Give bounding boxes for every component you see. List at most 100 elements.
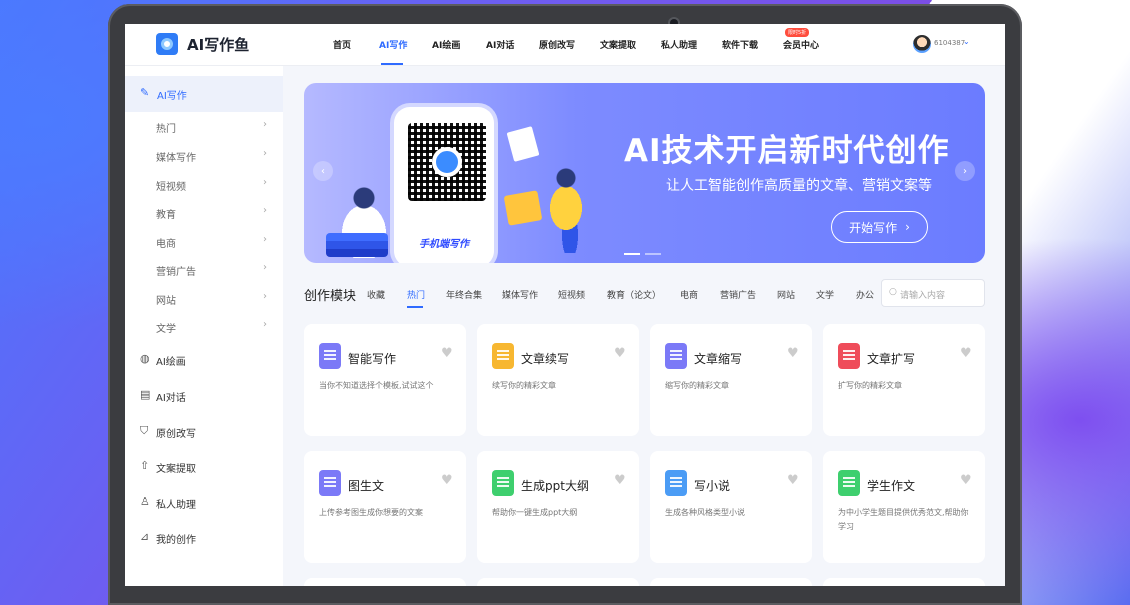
carousel-dot[interactable] (624, 253, 640, 255)
card-desc: 为中小学生题目提供优秀范文,帮助你学习 (838, 508, 969, 531)
heart-icon[interactable]: ♥ (441, 346, 453, 361)
tab-literature[interactable]: 文学 (816, 288, 834, 301)
nav-vip[interactable]: 会员中心 (783, 38, 819, 51)
sidebar-subitem-literature[interactable]: 文学 (156, 320, 176, 335)
hero-banner[interactable]: 手机端写作 AI技术开启新时代创作 让人工智能创作高质量的文章、营销文案等 开始… (304, 83, 985, 263)
tab-year-end[interactable]: 年终合集 (446, 288, 482, 301)
document-icon (665, 343, 687, 369)
tab-active-indicator (407, 306, 423, 308)
qr-logo-icon (432, 147, 462, 177)
paper-illustration (506, 126, 540, 162)
bookmark-document-icon (492, 470, 514, 496)
tab-hot[interactable]: 热门 (407, 288, 425, 301)
card-abbreviate[interactable]: 文章缩写 ♥ 缩写你的精彩文章 (650, 324, 812, 436)
upload-icon: ⇧ (140, 459, 150, 472)
phone-label: 手机端写作 (419, 239, 469, 250)
nav-ai-writing[interactable]: AI写作 (379, 38, 407, 51)
banner-next-button[interactable]: › (955, 161, 975, 181)
sidebar-subitem-ecommerce[interactable]: 电商 (156, 235, 176, 250)
user-id[interactable]: 6104387 (934, 39, 965, 47)
chevron-down-icon[interactable]: ⌄ (963, 37, 970, 46)
books-illustration (326, 233, 388, 257)
running-person-illustration (544, 163, 594, 253)
heart-icon[interactable]: ♥ (614, 346, 626, 361)
banner-subtitle: 让人工智能创作高质量的文章、营销文案等 (666, 178, 932, 194)
heart-icon[interactable]: ♥ (960, 346, 972, 361)
vip-discount-badge: 限时5折 (785, 28, 810, 37)
document-icon (319, 343, 341, 369)
banner-prev-button[interactable]: ‹ (313, 161, 333, 181)
palette-icon: ◍ (140, 352, 150, 365)
card-peek (650, 578, 812, 586)
heart-icon[interactable]: ♥ (787, 473, 799, 488)
card-title: 写小说 (694, 479, 731, 493)
chevron-right-icon: › (905, 220, 910, 234)
nav-extract[interactable]: 文案提取 (600, 38, 636, 51)
card-title: 生成ppt大纲 (521, 479, 589, 493)
tab-website[interactable]: 网站 (777, 288, 795, 301)
chevron-right-icon: › (263, 262, 267, 273)
card-continue-writing[interactable]: 文章续写 ♥ 续写你的精彩文章 (477, 324, 639, 436)
carousel-dot[interactable] (645, 253, 661, 255)
sidebar-item-ai-writing[interactable]: ✎ AI写作 (125, 76, 283, 112)
modules-title: 创作模块 (304, 289, 357, 304)
heart-icon[interactable]: ♥ (960, 473, 972, 488)
search-icon: ○ (889, 287, 897, 297)
pen-icon: ✎ (140, 86, 150, 99)
sidebar-subitem-website[interactable]: 网站 (156, 292, 176, 307)
sidebar-subitem-media[interactable]: 媒体写作 (156, 149, 196, 164)
tab-favorites[interactable]: 收藏 (367, 288, 385, 301)
logo-icon[interactable] (156, 33, 178, 55)
sidebar-item-rewrite[interactable]: 原创改写 (156, 425, 196, 440)
chat-icon: ▤ (140, 388, 151, 401)
nav-assistant[interactable]: 私人助理 (661, 38, 697, 51)
start-writing-button[interactable]: 开始写作 › (831, 211, 928, 243)
chevron-right-icon: › (263, 319, 267, 330)
nav-active-indicator (381, 63, 403, 65)
card-smart-writing[interactable]: 智能写作 ♥ 当你不知道选择个模板,试试这个 (304, 324, 466, 436)
nav-home[interactable]: 首页 (333, 38, 351, 51)
sidebar-item-extract[interactable]: 文案提取 (156, 460, 196, 475)
card-desc: 帮助你一键生成ppt大纲 (492, 508, 578, 517)
heart-icon[interactable]: ♥ (614, 473, 626, 488)
heart-icon[interactable]: ♥ (441, 473, 453, 488)
banner-title: AI技术开启新时代创作 (624, 133, 950, 169)
sidebar-item-ai-chat[interactable]: AI对话 (156, 389, 186, 404)
sidebar-subitem-hot[interactable]: 热门 (156, 120, 176, 135)
sidebar-subitem-video[interactable]: 短视频 (156, 178, 186, 193)
user-icon: ♙ (140, 495, 150, 508)
document-icon (492, 343, 514, 369)
card-expand[interactable]: 文章扩写 ♥ 扩写你的精彩文章 (823, 324, 985, 436)
sidebar-item-assistant[interactable]: 私人助理 (156, 496, 196, 511)
tab-office[interactable]: 办公 (856, 288, 874, 301)
top-navbar: AI写作鱼 首页 AI写作 AI绘画 AI对话 原创改写 文案提取 私人助理 软… (125, 24, 1005, 66)
card-novel[interactable]: 写小说 ♥ 生成各种风格类型小说 (650, 451, 812, 563)
nav-ai-painting[interactable]: AI绘画 (432, 38, 460, 51)
card-ppt-outline[interactable]: 生成ppt大纲 ♥ 帮助你一键生成ppt大纲 (477, 451, 639, 563)
sidebar-subitem-marketing[interactable]: 营销广告 (156, 263, 196, 278)
card-title: 图生文 (348, 479, 385, 493)
search-input[interactable]: ○ 请输入内容 (881, 279, 985, 307)
nav-ai-chat[interactable]: AI对话 (486, 38, 514, 51)
sidebar-item-my-works[interactable]: 我的创作 (156, 531, 196, 546)
card-desc: 生成各种风格类型小说 (665, 508, 745, 517)
chevron-right-icon: › (263, 148, 267, 159)
tab-ecommerce[interactable]: 电商 (680, 288, 698, 301)
card-image-to-text[interactable]: 图生文 ♥ 上传参考图生成你想要的文案 (304, 451, 466, 563)
card-student-essay[interactable]: 学生作文 ♥ 为中小学生题目提供优秀范文,帮助你学习 (823, 451, 985, 563)
card-title: 文章续写 (521, 352, 570, 366)
tab-marketing[interactable]: 营销广告 (720, 288, 756, 301)
avatar[interactable] (913, 35, 931, 53)
chevron-right-icon: › (263, 177, 267, 188)
tab-education[interactable]: 教育（论文） (607, 288, 661, 301)
tab-media[interactable]: 媒体写作 (502, 288, 538, 301)
nav-download[interactable]: 软件下载 (722, 38, 758, 51)
app-title[interactable]: AI写作鱼 (187, 34, 249, 55)
heart-icon[interactable]: ♥ (787, 346, 799, 361)
nav-rewrite[interactable]: 原创改写 (539, 38, 575, 51)
sidebar-item-ai-painting[interactable]: AI绘画 (156, 353, 186, 368)
sidebar-subitem-education[interactable]: 教育 (156, 206, 176, 221)
shield-icon: ⛉ (140, 424, 149, 437)
card-desc: 续写你的精彩文章 (492, 381, 556, 390)
tab-video[interactable]: 短视频 (558, 288, 585, 301)
